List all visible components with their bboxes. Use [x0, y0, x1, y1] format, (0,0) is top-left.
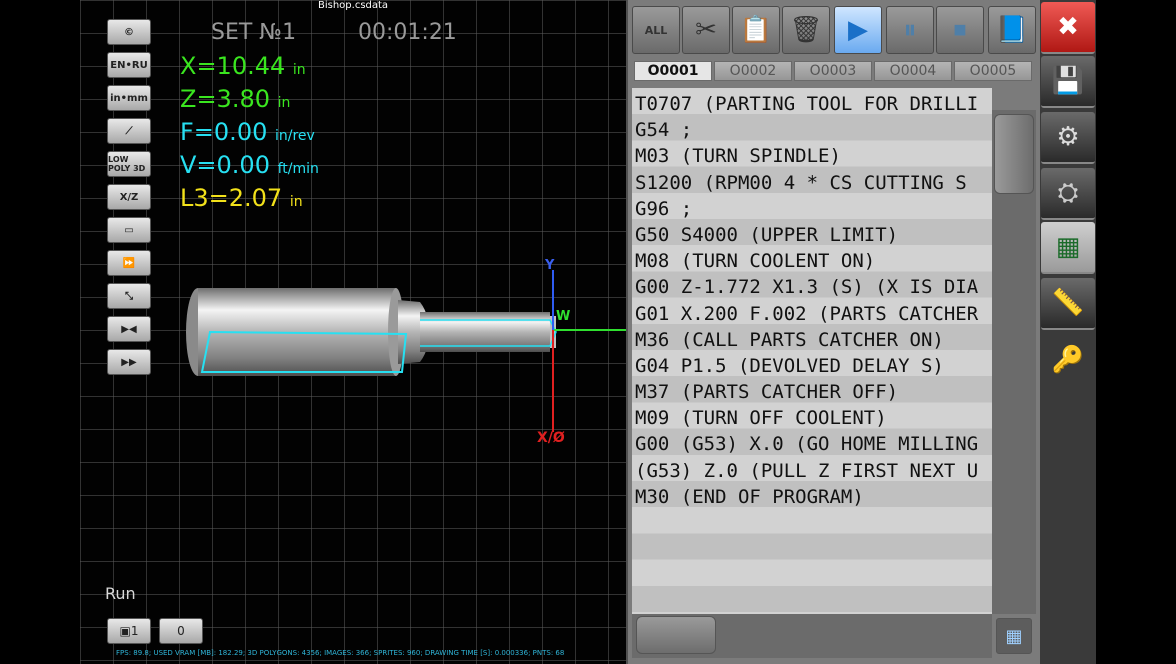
caliper-icon[interactable]: 📏 [1041, 278, 1095, 330]
code-line[interactable]: G04 P1.5 (DEVOLVED DELAY S) [632, 350, 992, 376]
tab-o0003[interactable]: O0003 [794, 61, 872, 81]
simulation-viewport[interactable]: Bishop.csdata SET №1 00:01:21 © EN•RU in… [80, 0, 626, 664]
code-line[interactable]: M37 (PARTS CATCHER OFF) [632, 376, 992, 402]
manual-button[interactable]: 📘 [988, 6, 1036, 54]
right-sidebar: ✖ 💾 ⚙ ⛭ ▦ 📏 🔑 [1040, 0, 1096, 664]
code-line[interactable]: G54 ; [632, 114, 992, 140]
code-line[interactable]: G00 Z-1.772 X1.3 (S) (X IS DIA [632, 271, 992, 297]
tab-o0001[interactable]: O0001 [634, 61, 712, 81]
code-line[interactable]: S1200 (RPM00 4 * CS CUTTING S [632, 167, 992, 193]
paste-button[interactable]: 📋 [732, 6, 780, 54]
code-text-area[interactable]: T0707 (PARTING TOOL FOR DRILLI G54 ; M03… [632, 88, 992, 614]
workpiece-scene [186, 270, 626, 432]
horizontal-scroll-thumb[interactable] [636, 616, 716, 654]
mode-label: Run [105, 584, 136, 603]
code-line[interactable]: T0707 (PARTING TOOL FOR DRILLI [632, 88, 992, 114]
tab-o0002[interactable]: O0002 [714, 61, 792, 81]
code-line[interactable]: M03 (TURN SPINDLE) [632, 140, 992, 166]
render-stats: FPS: 89.8; USED VRAM [MB]: 182.29; 3D PO… [116, 649, 565, 657]
code-line[interactable]: G50 S4000 (UPPER LIMIT) [632, 219, 992, 245]
horizontal-scrollbar[interactable] [632, 614, 992, 658]
g-code-screen-icon[interactable]: ▦ [1041, 222, 1095, 274]
code-line[interactable]: M36 (CALL PARTS CATCHER ON) [632, 324, 992, 350]
zero-button[interactable]: 0 [159, 618, 203, 644]
tab-o0004[interactable]: O0004 [874, 61, 952, 81]
camera-button[interactable]: ▣1 [107, 618, 151, 644]
pause-button[interactable]: ⏸ [886, 6, 934, 54]
cut-button[interactable]: ✂ [682, 6, 730, 54]
tool-holder-icon[interactable]: ⛭ [1041, 168, 1095, 220]
code-line[interactable]: G00 (G53) X.0 (GO HOME MILLING [632, 428, 992, 454]
vertical-scroll-thumb[interactable] [994, 114, 1034, 194]
select-all-button[interactable]: ALL [632, 6, 680, 54]
code-line[interactable]: G01 X.200 F.002 (PARTS CATCHER [632, 298, 992, 324]
tab-o0005[interactable]: O0005 [954, 61, 1032, 81]
stop-button[interactable]: ⏹ [936, 6, 984, 54]
code-line[interactable]: (G53) Z.0 (PULL Z FIRST NEXT U [632, 455, 992, 481]
close-icon[interactable]: ✖ [1041, 2, 1095, 54]
program-editor-panel: ALL ✂ 📋 🗑 ▶ ⏸ ⏹ 📘 O0001 O0002 O0003 O000… [626, 0, 1040, 664]
code-line[interactable]: M08 (TURN COOLENT ON) [632, 245, 992, 271]
save-file-icon[interactable]: 💾 [1041, 56, 1095, 108]
code-line[interactable]: M30 (END OF PROGRAM) [632, 481, 992, 507]
delete-button[interactable]: 🗑 [782, 6, 830, 54]
y-axis-label: Y [545, 258, 555, 273]
keypad-icon[interactable]: ▦ [996, 618, 1032, 654]
chuck-icon[interactable]: ⚙ [1041, 112, 1095, 164]
key-icon[interactable]: 🔑 [1041, 334, 1095, 386]
w-axis-label: W [556, 309, 571, 324]
code-line[interactable]: M09 (TURN OFF COOLENT) [632, 402, 992, 428]
right-margin [1096, 0, 1176, 664]
run-button[interactable]: ▶ [834, 6, 882, 54]
x-axis-label: X/Ø [537, 430, 565, 446]
vertical-scrollbar[interactable] [992, 110, 1036, 614]
code-line[interactable]: G96 ; [632, 193, 992, 219]
